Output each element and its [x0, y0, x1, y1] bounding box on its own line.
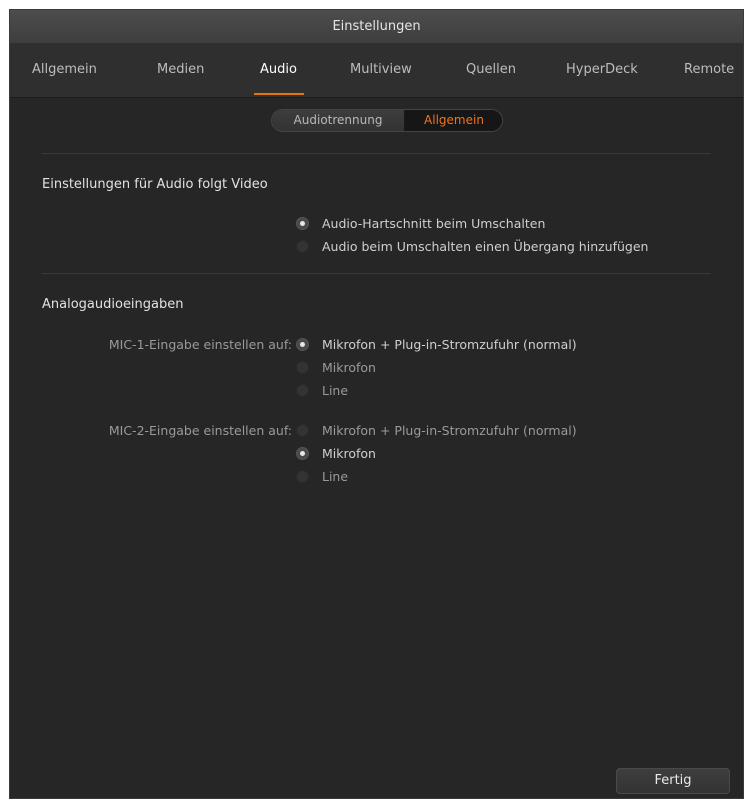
radio-mic1-mikrofon-plugin[interactable]: Mikrofon + Plug-in-Stromzufuhr (normal)	[296, 334, 577, 354]
tab-audio[interactable]: Audio	[260, 62, 297, 77]
tab-medien[interactable]: Medien	[157, 62, 204, 77]
tab-multiview[interactable]: Multiview	[350, 62, 412, 77]
radio-button[interactable]	[296, 446, 309, 460]
radio-mic2-mikrofon-plugin[interactable]: Mikrofon + Plug-in-Stromzufuhr (normal)	[296, 420, 577, 440]
tab-quellen[interactable]: Quellen	[466, 62, 516, 77]
analog-inputs-heading: Analogaudioeingaben	[42, 297, 184, 312]
radio-label: Line	[322, 382, 349, 398]
radio-button[interactable]	[296, 469, 309, 483]
radio-label: Mikrofon + Plug-in-Stromzufuhr (normal)	[322, 422, 577, 438]
mic1-input-label: MIC-1-Eingabe einstellen auf:	[108, 337, 292, 352]
tab-remote[interactable]: Remote	[684, 62, 734, 77]
radio-label: Audio beim Umschalten einen Übergang hin…	[322, 238, 649, 254]
tab-allgemein[interactable]: Allgemein	[32, 62, 97, 77]
radio-button[interactable]	[296, 423, 309, 437]
settings-window: Einstellungen Allgemein Medien Audio Mul…	[9, 9, 744, 799]
radio-button[interactable]	[296, 239, 309, 253]
mic2-input-label: MIC-2-Eingabe einstellen auf:	[108, 423, 292, 438]
audio-mode-segmented-control: Audiotrennung Allgemein	[271, 109, 503, 132]
section-divider	[42, 153, 711, 154]
radio-label: Mikrofon + Plug-in-Stromzufuhr (normal)	[322, 336, 577, 352]
radio-button[interactable]	[296, 337, 309, 351]
audio-follow-video-heading: Einstellungen für Audio folgt Video	[42, 177, 268, 192]
segment-audiotrennung[interactable]: Audiotrennung	[272, 110, 405, 131]
radio-audio-hard-cut[interactable]: Audio-Hartschnitt beim Umschalten	[296, 213, 545, 233]
segment-allgemein[interactable]: Allgemein	[405, 110, 502, 131]
radio-button[interactable]	[296, 360, 309, 374]
radio-label: Audio-Hartschnitt beim Umschalten	[322, 215, 546, 231]
radio-mic1-mikrofon[interactable]: Mikrofon	[296, 357, 376, 377]
radio-mic2-line[interactable]: Line	[296, 466, 348, 486]
radio-label: Line	[322, 468, 349, 484]
radio-button[interactable]	[296, 216, 309, 230]
tab-bar: Allgemein Medien Audio Multiview Quellen…	[10, 43, 743, 98]
radio-button[interactable]	[296, 383, 309, 397]
radio-label: Mikrofon	[322, 445, 376, 461]
tab-hyperdeck[interactable]: HyperDeck	[566, 62, 638, 77]
radio-mic2-mikrofon[interactable]: Mikrofon	[296, 443, 376, 463]
active-tab-indicator	[254, 93, 304, 95]
done-button[interactable]: Fertig	[616, 768, 730, 794]
radio-audio-transition[interactable]: Audio beim Umschalten einen Übergang hin…	[296, 236, 648, 256]
radio-label: Mikrofon	[322, 359, 376, 375]
window-title: Einstellungen	[10, 10, 743, 44]
radio-mic1-line[interactable]: Line	[296, 380, 348, 400]
section-divider	[42, 273, 711, 274]
